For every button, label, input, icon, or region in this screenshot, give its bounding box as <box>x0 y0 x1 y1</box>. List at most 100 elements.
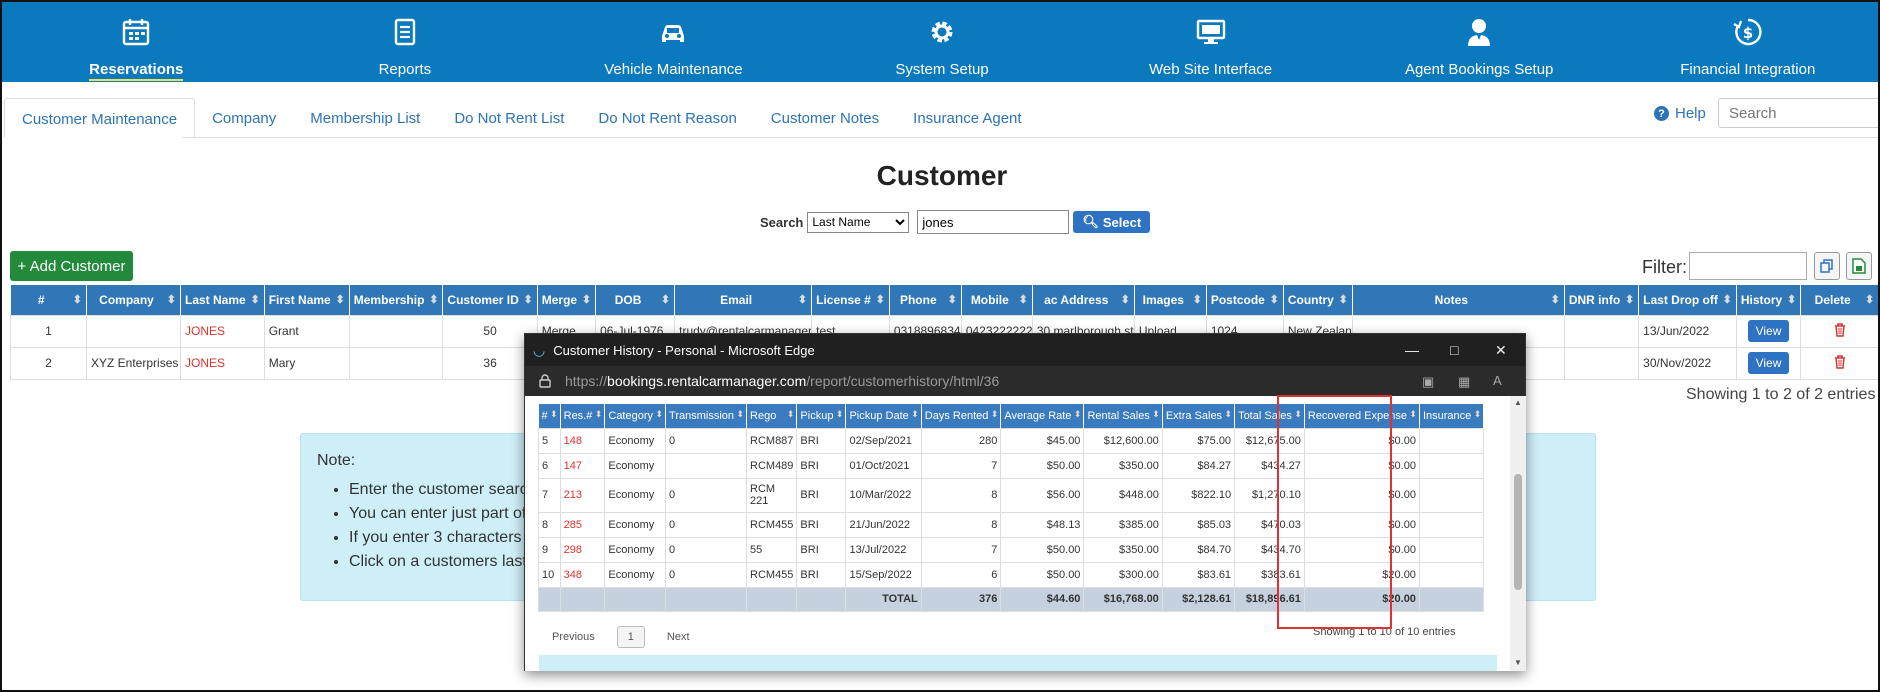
cell-membership <box>348 314 444 348</box>
column-header[interactable]: Last Name <box>180 285 265 315</box>
excel-icon <box>1852 258 1866 274</box>
history-cell: 7 <box>920 536 1002 563</box>
tab-membership-list[interactable]: Membership List <box>293 98 437 138</box>
history-cell <box>1418 561 1485 588</box>
history-column-header[interactable]: Rental Sales <box>1083 404 1163 428</box>
history-column-header[interactable]: Res.# <box>560 404 606 428</box>
tab-do-not-rent-list[interactable]: Do Not Rent List <box>437 98 581 138</box>
filter-input[interactable] <box>1689 252 1807 280</box>
scroll-thumb[interactable] <box>1514 474 1522 590</box>
add-customer-button[interactable]: + Add Customer <box>10 251 133 281</box>
history-column-header[interactable]: Days Rented <box>921 404 1002 428</box>
nav-item-agent-bookings-setup[interactable]: Agent Bookings Setup <box>1345 2 1614 82</box>
column-header[interactable]: Delete <box>1800 285 1878 315</box>
nav-item-web-site-interface[interactable]: Web Site Interface <box>1076 2 1345 82</box>
total-cell <box>665 586 748 612</box>
column-header[interactable]: DOB <box>595 285 676 315</box>
column-header[interactable]: License # <box>811 285 890 315</box>
nav-item-vehicle-maintenance[interactable]: Vehicle Maintenance <box>539 2 808 82</box>
tab-customer-notes[interactable]: Customer Notes <box>754 98 896 138</box>
nav-item-system-setup[interactable]: System Setup <box>808 2 1077 82</box>
column-header[interactable]: History <box>1736 285 1802 315</box>
history-column-header[interactable]: Insurance <box>1419 404 1485 428</box>
trash-icon[interactable] <box>1834 322 1846 337</box>
next-button[interactable]: Next <box>667 631 690 643</box>
url-path: /report/customerhistory/html/36 <box>806 373 1000 389</box>
history-cell: 5 <box>538 427 561 454</box>
column-header[interactable]: Country <box>1283 285 1353 315</box>
history-column-header[interactable]: # <box>538 404 561 428</box>
history-cell: 8 <box>920 511 1002 538</box>
column-header[interactable]: Notes <box>1352 285 1565 315</box>
address-bar[interactable]: https://bookings.rentalcarmanager.com/re… <box>525 366 1525 396</box>
device-icon[interactable]: ▣ <box>1422 374 1434 390</box>
view-history-button[interactable]: View <box>1747 352 1790 374</box>
column-header[interactable]: Company <box>86 285 181 315</box>
history-cell: BRI <box>796 536 847 563</box>
column-header[interactable]: Phone <box>889 285 962 315</box>
history-cell: BRI <box>796 477 847 513</box>
column-header[interactable]: Postcode <box>1206 285 1284 315</box>
page-1-button[interactable]: 1 <box>616 626 645 648</box>
excel-export-button[interactable] <box>1846 252 1872 280</box>
help-link[interactable]: ? Help <box>1654 105 1706 122</box>
column-header[interactable]: # <box>10 285 87 315</box>
history-column-header[interactable]: Pickup <box>796 404 847 428</box>
tab-do-not-rent-reason[interactable]: Do Not Rent Reason <box>581 98 753 138</box>
tab-company[interactable]: Company <box>195 98 293 138</box>
history-cell: 7 <box>538 477 561 513</box>
history-cell: Economy <box>604 561 667 588</box>
copy-icon <box>1820 259 1833 273</box>
search-input[interactable] <box>917 210 1070 234</box>
history-column-header[interactable]: Extra Sales <box>1162 404 1236 428</box>
read-aloud-icon[interactable]: A <box>1493 373 1504 388</box>
history-column-header[interactable]: Average Rate <box>1000 404 1085 428</box>
select-button[interactable]: 🔍︎ Select <box>1073 211 1151 233</box>
history-column-header[interactable]: Category <box>604 404 667 428</box>
scroll-down-icon[interactable]: ▼ <box>1514 658 1522 667</box>
svg-text:$: $ <box>1743 24 1753 42</box>
popup-scrollbar[interactable]: ▲ ▼ <box>1510 396 1526 671</box>
total-cell <box>796 586 847 612</box>
tab-customer-maintenance[interactable]: Customer Maintenance <box>4 98 196 138</box>
history-cell: 0 <box>665 536 748 563</box>
copy-button[interactable] <box>1814 252 1840 280</box>
scroll-up-icon[interactable]: ▲ <box>1514 398 1522 407</box>
history-cell: $822.10 <box>1161 477 1236 513</box>
close-icon[interactable]: ✕ <box>1495 342 1507 359</box>
column-header[interactable]: Last Drop off <box>1638 285 1737 315</box>
url-prefix: https:// <box>565 373 608 389</box>
column-header[interactable]: First Name <box>264 285 350 315</box>
view-history-button[interactable]: View <box>1747 320 1790 342</box>
top-search-input[interactable] <box>1718 98 1878 128</box>
column-header[interactable]: ac Address <box>1032 285 1135 315</box>
column-header[interactable]: Email <box>674 285 813 315</box>
history-cell: 147 <box>559 452 606 479</box>
previous-button[interactable]: Previous <box>552 631 595 643</box>
search-field-select[interactable]: Last Name <box>807 211 910 233</box>
nav-item-reports[interactable]: Reports <box>271 2 540 82</box>
column-header[interactable]: DNR info <box>1564 285 1640 315</box>
column-header[interactable]: Images <box>1134 285 1207 315</box>
trash-icon[interactable] <box>1834 354 1846 369</box>
history-cell: $48.13 <box>1000 511 1085 538</box>
history-cell: 348 <box>559 561 606 588</box>
history-cell: 280 <box>920 427 1002 454</box>
minimize-icon[interactable]: — <box>1405 342 1419 358</box>
history-cell: $350.00 <box>1083 452 1163 479</box>
column-header[interactable]: Membership <box>349 285 444 315</box>
history-column-header[interactable]: Pickup Date <box>845 404 922 428</box>
maximize-icon[interactable]: □ <box>1450 342 1458 358</box>
history-column-header[interactable]: Rego <box>746 404 798 428</box>
sub-navigation-tabs: Customer Maintenance Company Membership Li… <box>4 98 1039 138</box>
tab-insurance-agent[interactable]: Insurance Agent <box>896 98 1038 138</box>
popup-note-box <box>539 655 1497 671</box>
column-header[interactable]: Mobile <box>961 285 1033 315</box>
nav-item-reservations[interactable]: Reservations <box>2 2 271 82</box>
history-column-header[interactable]: Transmission <box>665 404 748 428</box>
column-header[interactable]: Customer ID <box>442 285 538 315</box>
column-header[interactable]: Merge <box>537 285 597 315</box>
history-cell <box>665 452 748 479</box>
apps-icon[interactable]: ▦ <box>1458 374 1470 390</box>
nav-item-financial-integration[interactable]: $ Financial Integration <box>1613 2 1878 82</box>
